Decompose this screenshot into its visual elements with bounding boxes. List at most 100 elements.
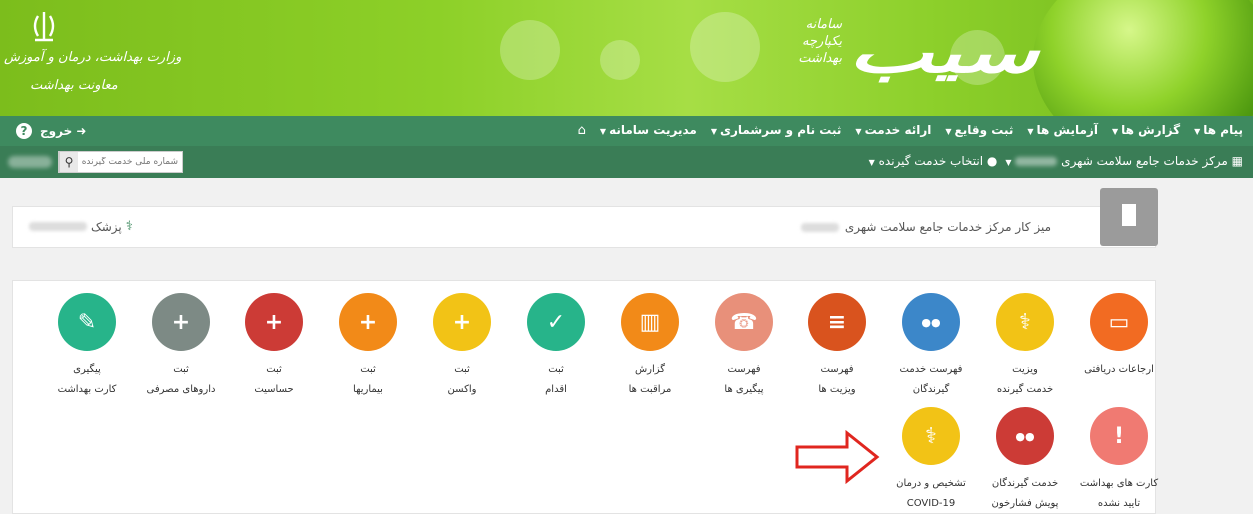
redacted-text <box>1015 157 1058 166</box>
caret-down-icon: ▼ <box>599 127 607 136</box>
service-tiles-panel: ▭ ارجاعات دریافتی ⚕ ویزیت خدمت گیرنده ●● فهرست… <box>12 280 1158 514</box>
caret-down-icon: ▼ <box>710 127 717 136</box>
bokeh-decoration <box>600 40 640 80</box>
tile-label: فهرست خدمت گیرندگان <box>886 360 976 400</box>
building-icon <box>1100 188 1158 246</box>
tile-clients-list[interactable]: ●● فهرست خدمت گیرندگان <box>886 293 976 400</box>
doctor-icon: ⚕ <box>125 219 133 234</box>
menu-record-events[interactable]: ثبت وقایع▼ <box>945 123 1013 138</box>
caret-down-icon: ▼ <box>1027 127 1034 136</box>
caret-down-icon: ▼ <box>868 158 875 167</box>
bokeh-decoration <box>500 20 560 80</box>
tile-label: ثبت حساسیت <box>229 360 319 400</box>
user-icon: ● <box>986 154 998 168</box>
tile-label: کارت های بهداشت تایید نشده <box>1074 474 1164 514</box>
list-icon[interactable]: ≡ <box>808 293 866 351</box>
tile-label-line2: ویزیت ها <box>818 384 856 395</box>
plus-icon[interactable]: + <box>245 293 303 351</box>
tile-record-action[interactable]: ✓ ثبت اقدام <box>511 293 601 400</box>
tile-label-line1: پیگیری <box>73 364 101 375</box>
search-icon[interactable]: ⚲ <box>59 152 78 172</box>
tile-bp-campaign-clients[interactable]: ●● خدمت گیرندگان پویش فشارخون <box>980 407 1070 514</box>
menu-system-management[interactable]: مدیریت سامانه▼ <box>600 123 697 138</box>
menu-messages[interactable]: پیام ها▼ <box>1194 123 1243 138</box>
inbox-icon[interactable]: ▭ <box>1090 293 1148 351</box>
caret-down-icon: ▼ <box>1005 158 1012 167</box>
logout-button[interactable]: خروج ➜ <box>40 124 86 138</box>
plus-icon[interactable]: + <box>152 293 210 351</box>
tile-label: خدمت گیرندگان پویش فشارخون <box>980 474 1070 514</box>
tile-unconfirmed-health-cards[interactable]: ! کارت های بهداشت تایید نشده <box>1074 407 1164 514</box>
tile-record-vaccine[interactable]: + ثبت واکسن <box>417 293 507 400</box>
tile-referrals[interactable]: ▭ ارجاعات دریافتی <box>1074 293 1164 380</box>
tile-label-line1: خدمت گیرندگان <box>991 478 1059 489</box>
tile-label-line1: ثبت <box>266 364 282 375</box>
tile-label-line1: ثبت <box>360 364 376 375</box>
menu-reports[interactable]: گزارش ها▼ <box>1112 123 1180 138</box>
tile-label: ثبت بیماریها <box>323 360 413 400</box>
menu-provide-service[interactable]: ارائه خدمت▼ <box>855 123 931 138</box>
main-menu-bar: ⌂ مدیریت سامانه▼ ثبت نام و سرشماری▼ ارائ… <box>0 116 1253 146</box>
menu-registration-census[interactable]: ثبت نام و سرشماری▼ <box>711 123 842 138</box>
home-icon[interactable]: ⌂ <box>578 123 586 138</box>
apple-image <box>1033 0 1253 116</box>
bar-chart-icon[interactable]: ▥ <box>621 293 679 351</box>
tile-care-reports[interactable]: ▥ گزارش مراقبت ها <box>605 293 695 400</box>
main-menu: ⌂ مدیریت سامانه▼ ثبت نام و سرشماری▼ ارائ… <box>576 123 1243 138</box>
caret-down-icon: ▼ <box>945 127 952 136</box>
doctor-icon[interactable]: ⚕ <box>996 293 1054 351</box>
breadcrumb: ▦ مرکز خدمات جامع سلامت شهری ▼ ● انتخاب … <box>869 154 1243 168</box>
tile-label-line2: اقدام <box>545 384 567 395</box>
tile-label-line1: فهرست خدمت <box>899 364 963 375</box>
warning-icon[interactable]: ! <box>1090 407 1148 465</box>
system-name: سامانه یکپارچه بهداشت <box>798 17 842 66</box>
edit-icon[interactable]: ✎ <box>58 293 116 351</box>
plus-icon[interactable]: + <box>433 293 491 351</box>
phone-icon[interactable]: ☎ <box>715 293 773 351</box>
tile-label: ارجاعات دریافتی <box>1074 360 1164 380</box>
search-input[interactable] <box>78 157 182 167</box>
breadcrumb-select-client[interactable]: ● انتخاب خدمت گیرنده ▼ <box>869 154 998 168</box>
help-icon[interactable]: ? <box>16 123 32 139</box>
tile-visits-list[interactable]: ≡ فهرست ویزیت ها <box>792 293 882 400</box>
tile-label-line2: پویش فشارخون <box>991 498 1059 509</box>
tile-label-line1: ثبت <box>454 364 470 375</box>
tile-label-line1: ارجاعات دریافتی <box>1084 364 1154 375</box>
tile-followups-list[interactable]: ☎ فهرست پیگیری ها <box>699 293 789 400</box>
tile-label-line1: فهرست <box>820 364 854 375</box>
check-icon[interactable]: ✓ <box>527 293 585 351</box>
tile-label: گزارش مراقبت ها <box>605 360 695 400</box>
tile-label-line1: ثبت <box>548 364 564 375</box>
menu-tests[interactable]: آزمایش ها▼ <box>1027 123 1098 138</box>
sub-nav-bar: ▦ مرکز خدمات جامع سلامت شهری ▼ ● انتخاب … <box>0 146 1253 178</box>
tile-label: تشخیص و درمان COVID-19 <box>886 474 976 514</box>
tile-record-diseases[interactable]: + ثبت بیماریها <box>323 293 413 400</box>
plus-icon[interactable]: + <box>339 293 397 351</box>
users-icon[interactable]: ●● <box>996 407 1054 465</box>
tile-record-allergy[interactable]: + ثبت حساسیت <box>229 293 319 400</box>
tile-label-line2: تایید نشده <box>1097 498 1141 509</box>
tile-record-medications[interactable]: + ثبت داروهای مصرفی <box>136 293 226 400</box>
tile-label: ویزیت خدمت گیرنده <box>980 360 1070 400</box>
tile-visit-client[interactable]: ⚕ ویزیت خدمت گیرنده <box>980 293 1070 400</box>
tile-label: فهرست ویزیت ها <box>792 360 882 400</box>
breadcrumb-center[interactable]: ▦ مرکز خدمات جامع سلامت شهری ▼ <box>1005 154 1243 168</box>
tile-covid19-diagnosis[interactable]: ⚕ تشخیص و درمان COVID-19 <box>886 407 976 514</box>
redacted-name <box>29 222 87 231</box>
tile-label-line2: خدمت گیرنده <box>996 384 1054 395</box>
building-icon: ▦ <box>1231 154 1243 168</box>
tile-label-line1: ثبت <box>173 364 189 375</box>
tile-label-line2: مراقبت ها <box>628 384 672 395</box>
doctor-icon[interactable]: ⚕ <box>902 407 960 465</box>
tile-label-line2: واکسن <box>447 384 477 395</box>
tile-label: ثبت داروهای مصرفی <box>136 360 226 400</box>
deputy-name: معاونت بهداشت <box>30 78 118 93</box>
tile-label: فهرست پیگیری ها <box>699 360 789 400</box>
red-arrow-annotation <box>795 430 880 484</box>
tile-label: ثبت اقدام <box>511 360 601 400</box>
tile-label-line1: ویزیت <box>1012 364 1038 375</box>
users-icon[interactable]: ●● <box>902 293 960 351</box>
tile-label-line1: کارت های بهداشت <box>1079 478 1159 489</box>
tile-health-card-followup[interactable]: ✎ پیگیری کارت بهداشت <box>42 293 132 400</box>
desk-title: میز کار مرکز خدمات جامع سلامت شهری <box>801 220 1051 234</box>
